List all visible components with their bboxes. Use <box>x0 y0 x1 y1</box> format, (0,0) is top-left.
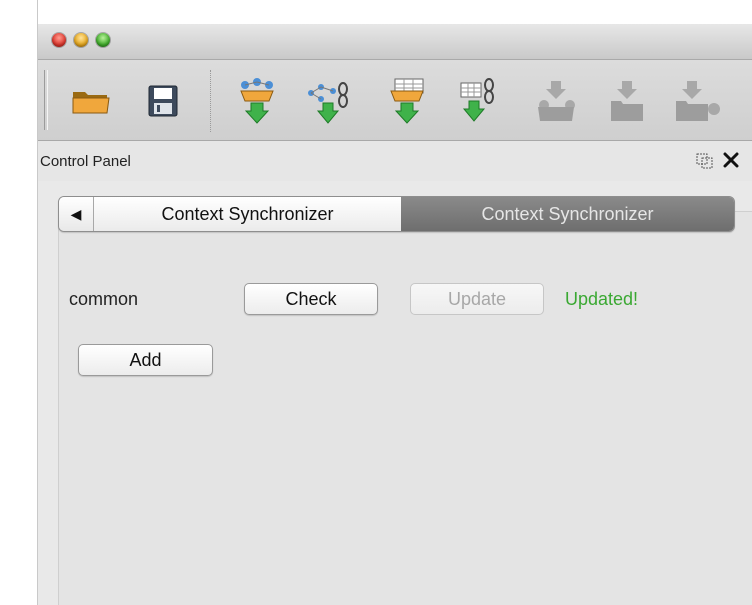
close-window-button[interactable] <box>52 33 66 47</box>
import-folder-network-disabled-icon <box>672 79 722 123</box>
save-disk-icon <box>148 85 178 117</box>
import-table-icon <box>387 77 427 125</box>
context-row-label: common <box>69 289 139 309</box>
tab-scroll-left-button[interactable]: ◀ <box>59 197 94 231</box>
import-table-button[interactable] <box>382 74 432 128</box>
zoom-window-button[interactable] <box>96 33 110 47</box>
control-panel-header: Control Panel <box>38 141 752 181</box>
float-panel-icon[interactable] <box>696 153 714 174</box>
title-bar <box>38 24 752 60</box>
import-folder-network-disabled-button[interactable] <box>672 74 722 128</box>
import-network-icon <box>235 77 279 125</box>
app-window: Control Panel ◀ Context Synchronizer Con… <box>38 24 752 605</box>
import-network-chain-button[interactable] <box>304 74 354 128</box>
import-folder-disabled-button[interactable] <box>602 74 652 128</box>
status-text: Updated! <box>565 289 639 309</box>
tab-bar: ◀ Context Synchronizer Context Synchroni… <box>58 196 735 232</box>
import-table-chain-button[interactable] <box>454 74 504 128</box>
close-icon[interactable] <box>723 151 739 174</box>
tab-context-synchronizer-1[interactable]: Context Synchronizer <box>94 197 401 231</box>
minimize-window-button[interactable] <box>74 33 88 47</box>
tab-context-synchronizer-2[interactable]: Context Synchronizer <box>401 197 734 231</box>
import-network-disabled-button[interactable] <box>532 74 582 128</box>
import-table-chain-icon <box>457 77 501 125</box>
open-session-button[interactable] <box>66 74 116 128</box>
check-button[interactable]: Check <box>244 283 378 315</box>
import-network-disabled-icon <box>534 79 580 123</box>
tab-area: ◀ Context Synchronizer Context Synchroni… <box>38 181 752 605</box>
toolbar <box>38 60 752 141</box>
tab-content-panel <box>58 211 752 605</box>
save-session-button[interactable] <box>138 74 188 128</box>
panel-title: Control Panel <box>40 153 131 170</box>
add-button[interactable]: Add <box>78 344 213 376</box>
toolbar-grip[interactable] <box>44 70 48 130</box>
import-folder-disabled-icon <box>607 79 647 123</box>
open-folder-icon <box>71 86 111 116</box>
import-network-chain-icon <box>305 77 353 125</box>
toolbar-separator <box>210 70 212 132</box>
import-network-button[interactable] <box>232 74 282 128</box>
update-button[interactable]: Update <box>410 283 544 315</box>
